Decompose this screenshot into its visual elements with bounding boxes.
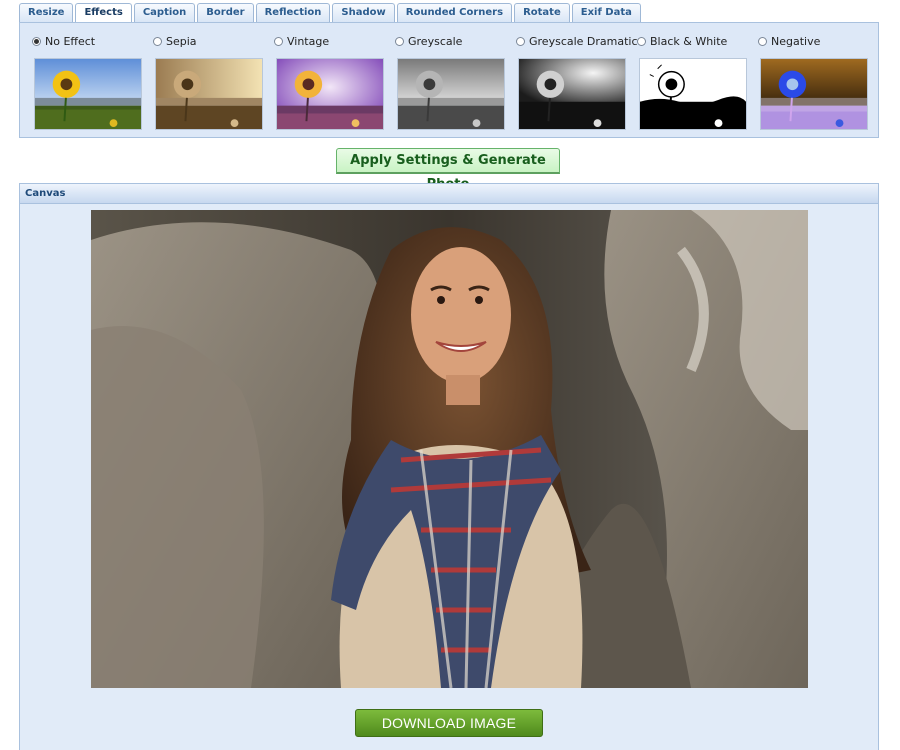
tab-bar: Resize Effects Caption Border Reflection… <box>19 3 641 23</box>
effect-label: Greyscale <box>408 34 463 48</box>
download-image-button[interactable]: DOWNLOAD IMAGE <box>355 709 543 737</box>
effect-label: Vintage <box>287 34 330 48</box>
effect-label: No Effect <box>45 34 96 48</box>
sunflower-thumbnail-negative[interactable] <box>760 58 868 130</box>
effect-option-black-white[interactable]: Black & White <box>637 23 757 139</box>
sunflower-thumbnail-greyscale[interactable] <box>397 58 505 130</box>
effect-option-negative[interactable]: Negative <box>758 23 878 139</box>
effect-radio-row[interactable]: Greyscale Dramatic <box>516 34 638 48</box>
effect-radio-row[interactable]: Black & White <box>637 34 727 48</box>
effect-label: Negative <box>771 34 821 48</box>
effect-radio-row[interactable]: Vintage <box>274 34 329 48</box>
effect-radio-row[interactable]: Greyscale <box>395 34 462 48</box>
radio-button[interactable] <box>274 36 283 46</box>
effect-option-sepia[interactable]: Sepia <box>153 23 273 139</box>
tab-rounded-corners[interactable]: Rounded Corners <box>396 3 513 22</box>
effect-option-greyscale-dramatic[interactable]: Greyscale Dramatic <box>516 23 638 139</box>
sunflower-thumbnail-original[interactable] <box>34 58 142 130</box>
sunflower-thumbnail-vintage[interactable] <box>276 58 384 130</box>
effect-label: Greyscale Dramatic <box>529 34 638 48</box>
sunflower-thumbnail-black-white[interactable] <box>639 58 747 130</box>
tab-shadow[interactable]: Shadow <box>332 3 395 22</box>
tab-caption[interactable]: Caption <box>133 3 196 22</box>
sunflower-thumbnail-greyscale-dramatic[interactable] <box>518 58 626 130</box>
sunflower-thumbnail-sepia[interactable] <box>155 58 263 130</box>
tab-rotate[interactable]: Rotate <box>514 3 570 22</box>
effect-option-vintage[interactable]: Vintage <box>274 23 394 139</box>
radio-button[interactable] <box>758 36 767 46</box>
radio-button-checked[interactable] <box>32 36 41 46</box>
effect-radio-row[interactable]: No Effect <box>32 34 95 48</box>
apply-settings-button[interactable]: Apply Settings & Generate Photo <box>336 148 560 192</box>
effect-label: Black & White <box>650 34 728 48</box>
tab-exif-data[interactable]: Exif Data <box>571 3 641 22</box>
tab-border[interactable]: Border <box>197 3 254 22</box>
tab-effects[interactable]: Effects <box>75 3 132 23</box>
effect-radio-row[interactable]: Sepia <box>153 34 197 48</box>
effect-option-greyscale[interactable]: Greyscale <box>395 23 515 139</box>
effect-radio-row[interactable]: Negative <box>758 34 820 48</box>
effect-option-no-effect[interactable]: No Effect <box>32 23 152 139</box>
canvas-header: Canvas <box>20 184 878 204</box>
canvas-title: Canvas <box>25 188 66 199</box>
radio-button[interactable] <box>153 36 162 46</box>
effects-panel: No Effect Sepia Vintage Greyscale Greysc… <box>19 22 879 138</box>
tab-reflection[interactable]: Reflection <box>255 3 331 22</box>
radio-button[interactable] <box>516 36 525 46</box>
effect-label: Sepia <box>166 34 197 48</box>
radio-button[interactable] <box>637 36 646 46</box>
canvas-photo <box>91 210 808 688</box>
radio-button[interactable] <box>395 36 404 46</box>
canvas-panel: Canvas DOWNLOAD IMAGE <box>19 183 879 750</box>
tab-resize[interactable]: Resize <box>19 3 74 22</box>
